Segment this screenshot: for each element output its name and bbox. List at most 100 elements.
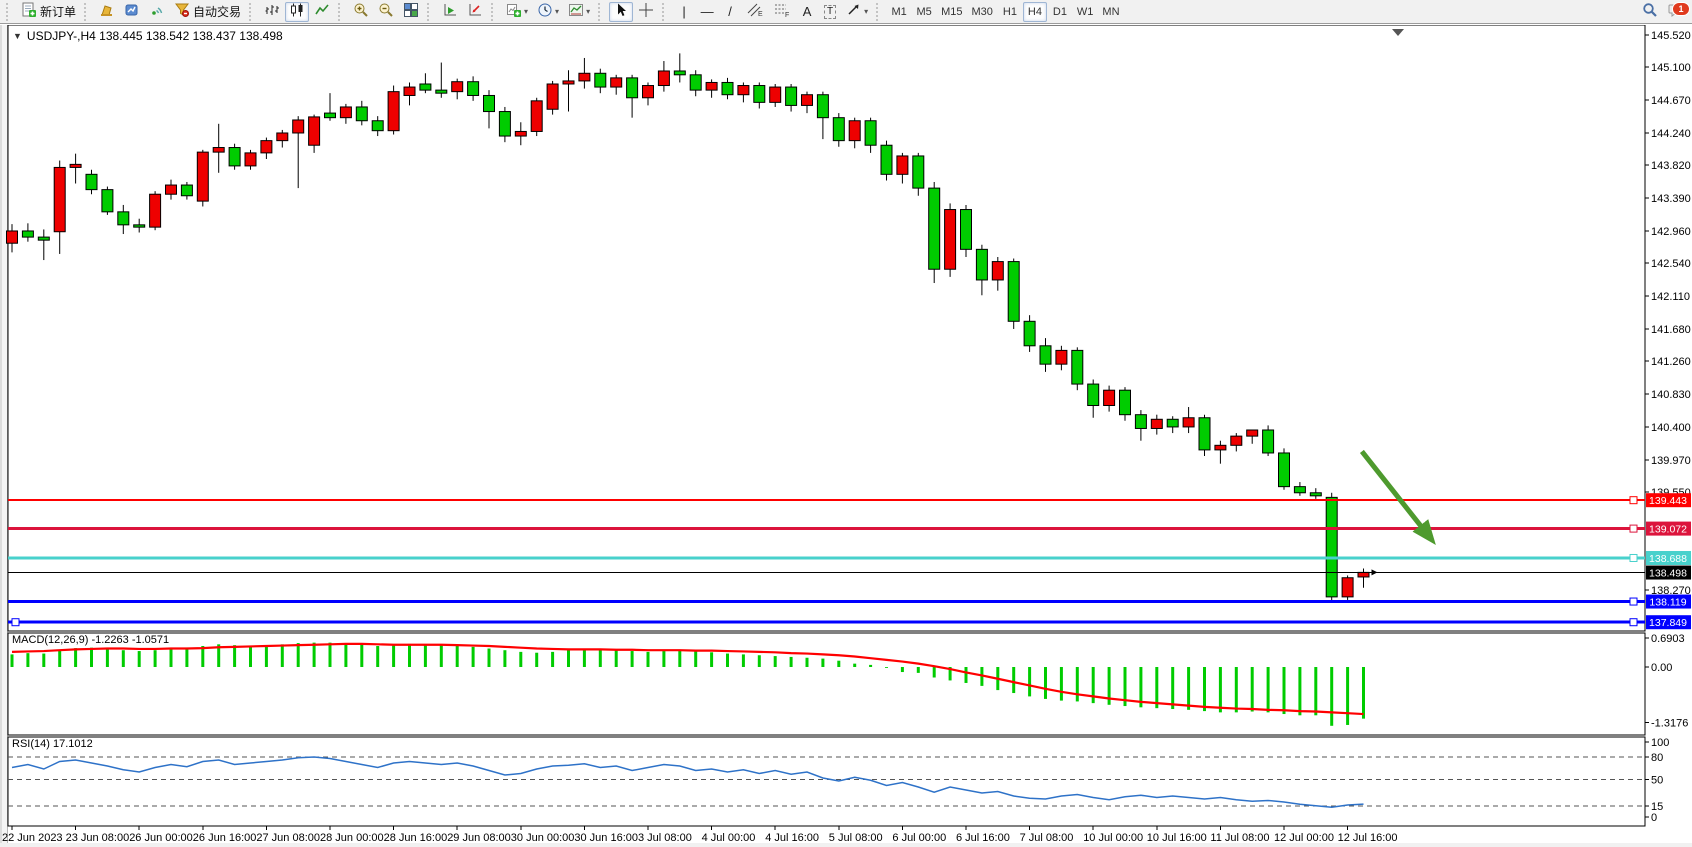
bar-chart-button[interactable] [260, 2, 284, 22]
price-axis: 145.520145.100144.670144.240143.820143.3… [1645, 30, 1691, 597]
timeframe-button-M1[interactable]: M1 [887, 2, 911, 22]
tile-windows-icon [403, 2, 419, 21]
clock-icon [537, 2, 553, 21]
svg-text:80: 80 [1651, 752, 1663, 764]
auto-scroll-button[interactable] [438, 2, 462, 22]
svg-text:E: E [758, 11, 763, 18]
timeframe-button-M15[interactable]: M15 [937, 2, 966, 22]
svg-text:15: 15 [1651, 801, 1663, 813]
chart-shift-button[interactable] [463, 2, 487, 22]
search-button[interactable] [1638, 2, 1662, 22]
svg-text:142.960: 142.960 [1651, 226, 1691, 238]
algo-trading-label: 自动交易 [193, 3, 241, 20]
chart-title-text: USDJPY-,H4 138.445 138.542 138.437 138.4… [27, 29, 283, 43]
arrows-tool-icon [846, 2, 862, 21]
toolbar-drag-handle[interactable] [6, 3, 12, 21]
channel-tool-button[interactable]: E [742, 2, 768, 22]
main-toolbar: 新订单 自动交易 [0, 0, 1692, 24]
svg-text:143.820: 143.820 [1651, 160, 1691, 172]
chat-button[interactable]: 1 [1663, 2, 1689, 22]
templates-dropdown-caret[interactable]: ▾ [586, 7, 590, 16]
chart-window[interactable]: 145.520145.100144.670144.240143.820143.3… [0, 25, 1692, 847]
svg-text:143.390: 143.390 [1651, 193, 1691, 205]
signals-button[interactable] [145, 2, 169, 22]
new-order-button[interactable]: 新订单 [17, 2, 80, 22]
svg-text:139.072: 139.072 [1649, 524, 1687, 536]
trendline-icon: / [728, 4, 732, 19]
chart-dropdown-icon[interactable]: ▼ [13, 31, 22, 41]
svg-text:F: F [785, 12, 789, 18]
svg-text:0.00: 0.00 [1651, 662, 1672, 674]
hline-handle [1630, 497, 1637, 504]
equidistant-channel-icon: E [746, 2, 764, 21]
chart-title: ▼ USDJPY-,H4 138.445 138.542 138.437 138.… [13, 29, 283, 43]
fibonacci-tool-button[interactable]: F [769, 2, 795, 22]
timeframe-button-D1[interactable]: D1 [1048, 2, 1072, 22]
toolbar-separator [427, 3, 433, 21]
rsi-indicator-label: RSI(14) 17.1012 [12, 738, 93, 750]
toolbar-separator [662, 3, 668, 21]
line-chart-button[interactable] [310, 2, 334, 22]
svg-text:100: 100 [1651, 737, 1669, 749]
svg-text:50: 50 [1651, 775, 1663, 787]
svg-text:0.6903: 0.6903 [1651, 633, 1685, 645]
trendline-tool-button[interactable]: / [719, 2, 741, 22]
notification-badge: 1 [1672, 2, 1690, 16]
vertical-line-tool-button[interactable]: | [673, 2, 695, 22]
svg-text:0: 0 [1651, 812, 1657, 824]
svg-text:141.260: 141.260 [1651, 356, 1691, 368]
svg-text:140.400: 140.400 [1651, 422, 1691, 434]
toolbar-separator [338, 3, 344, 21]
periods-dropdown-caret[interactable]: ▾ [555, 7, 559, 16]
timeframe-button-H4[interactable]: H4 [1023, 2, 1047, 22]
timeframe-button-M5[interactable]: M5 [912, 2, 936, 22]
profiles-icon [99, 2, 115, 21]
timeframe-button-M30[interactable]: M30 [968, 2, 997, 22]
timeframe-button-H1[interactable]: H1 [998, 2, 1022, 22]
timeframe-button-MN[interactable]: MN [1098, 2, 1123, 22]
text-tool-button[interactable]: A [796, 2, 818, 22]
hline-handle [1630, 525, 1637, 532]
chart-shift-icon [467, 2, 483, 21]
new-order-icon [21, 2, 37, 21]
horizontal-line-tool-button[interactable]: — [696, 2, 718, 22]
indicators-button[interactable]: ▾ [502, 2, 532, 22]
zoom-in-button[interactable] [349, 2, 373, 22]
svg-text:139.443: 139.443 [1649, 495, 1687, 507]
toolbar-separator [249, 3, 255, 21]
indicators-icon [506, 2, 522, 21]
market-watch-icon [124, 2, 140, 21]
templates-button[interactable]: ▾ [564, 2, 594, 22]
periods-button[interactable]: ▾ [533, 2, 563, 22]
text-label-tool-button[interactable]: T [819, 2, 841, 22]
algo-trading-button[interactable]: 自动交易 [170, 2, 245, 22]
svg-text:138.119: 138.119 [1649, 597, 1686, 609]
svg-text:144.670: 144.670 [1651, 95, 1691, 107]
price-chart-canvas[interactable]: 145.520145.100144.670144.240143.820143.3… [0, 25, 1692, 847]
toolbar-separator [598, 3, 604, 21]
svg-text:137.849: 137.849 [1649, 617, 1687, 629]
candlestick-chart-button[interactable] [285, 2, 309, 22]
search-icon [1642, 2, 1658, 21]
hline-handle [1630, 598, 1637, 605]
auto-scroll-icon [442, 2, 458, 21]
timeframe-buttons: M1M5M15M30H1H4D1W1MN [887, 2, 1123, 22]
vertical-line-icon: | [682, 4, 685, 19]
indicators-dropdown-caret[interactable]: ▾ [524, 7, 528, 16]
macd-indicator-label: MACD(12,26,9) -1.2263 -1.0571 [12, 634, 169, 646]
tile-windows-button[interactable] [399, 2, 423, 22]
market-watch-button[interactable] [120, 2, 144, 22]
arrows-tool-button[interactable]: ▾ [842, 2, 872, 22]
crosshair-icon [638, 2, 654, 21]
profiles-button[interactable] [95, 2, 119, 22]
svg-text:145.100: 145.100 [1651, 62, 1691, 74]
hline-handle [12, 619, 19, 626]
timeframe-button-W1[interactable]: W1 [1073, 2, 1098, 22]
cursor-button[interactable] [609, 2, 633, 22]
zoom-out-button[interactable] [374, 2, 398, 22]
cursor-icon [613, 2, 629, 21]
toolbar-separator [491, 3, 497, 21]
crosshair-button[interactable] [634, 2, 658, 22]
arrows-dropdown-caret[interactable]: ▾ [864, 7, 868, 16]
line-chart-icon [314, 2, 330, 21]
